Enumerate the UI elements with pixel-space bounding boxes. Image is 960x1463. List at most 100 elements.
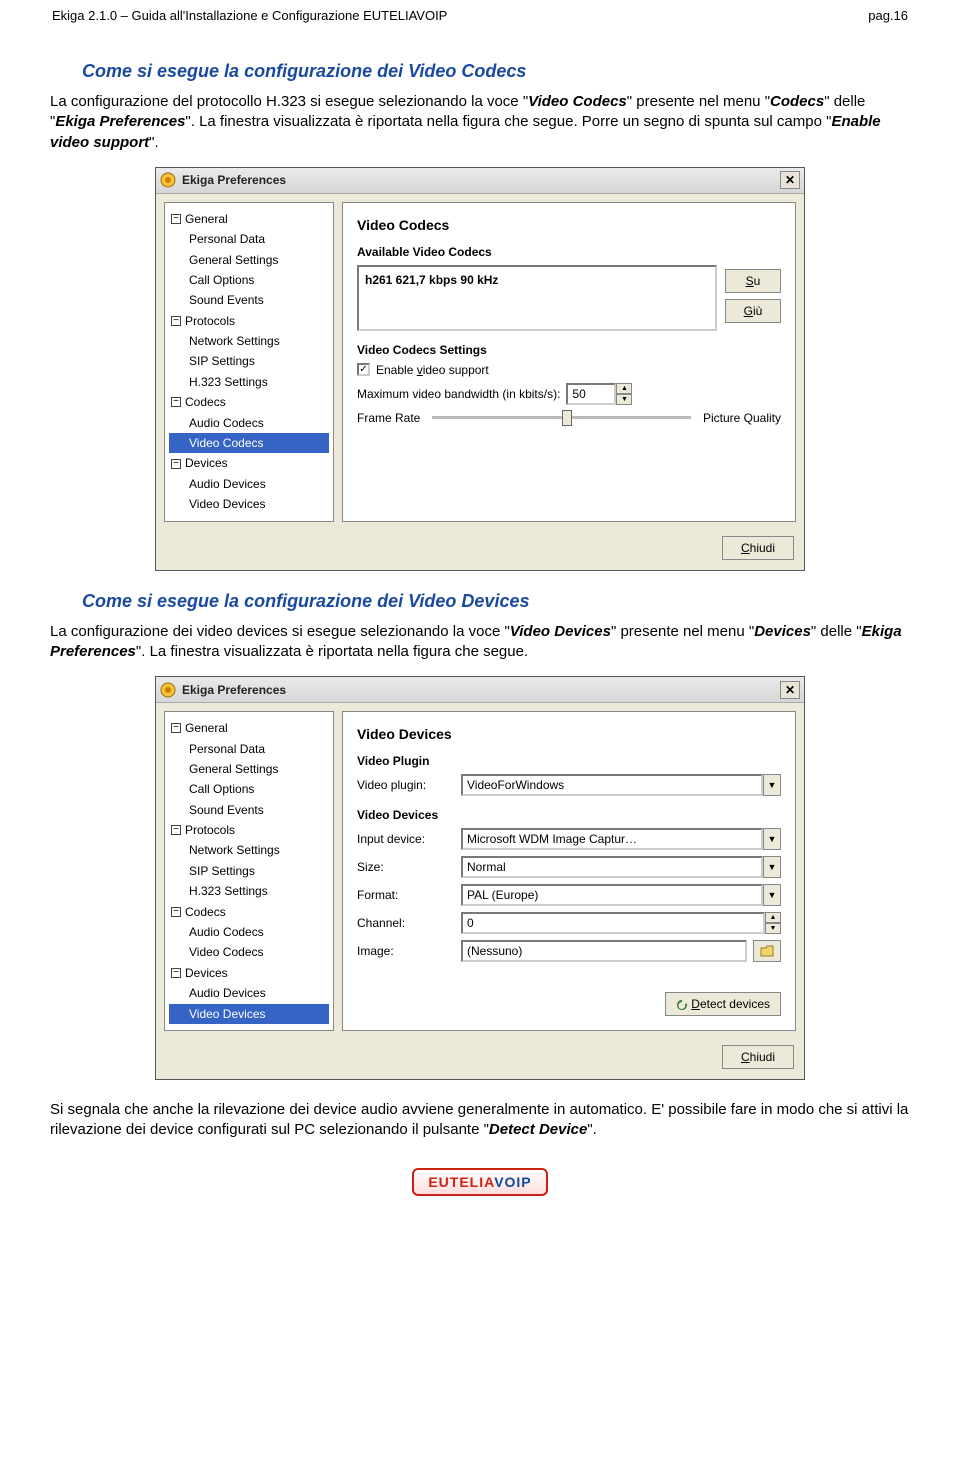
format-dropdown[interactable] bbox=[461, 884, 763, 906]
codec-list[interactable]: h261 621,7 kbps 90 kHz bbox=[357, 265, 717, 331]
titlebar: Ekiga Preferences ✕ bbox=[156, 677, 804, 703]
slider-thumb[interactable] bbox=[562, 410, 572, 426]
section1-para: La configurazione del protocollo H.323 s… bbox=[50, 92, 910, 153]
spin-up-icon[interactable]: ▲ bbox=[616, 383, 632, 394]
tree-devices[interactable]: Devices bbox=[185, 453, 228, 473]
tree-sip-settings[interactable]: SIP Settings bbox=[169, 861, 329, 881]
tree-general-settings[interactable]: General Settings bbox=[169, 250, 329, 270]
refresh-icon bbox=[676, 999, 688, 1011]
collapse-icon[interactable]: − bbox=[171, 214, 181, 224]
detect-devices-button[interactable]: Detect devices bbox=[665, 992, 781, 1016]
doc-header-left: Ekiga 2.1.0 – Guida all'Installazione e … bbox=[52, 8, 447, 23]
app-icon bbox=[160, 172, 176, 188]
codec-row[interactable]: h261 621,7 kbps 90 kHz bbox=[365, 273, 709, 287]
size-label: Size: bbox=[357, 860, 455, 874]
tree-personal-data[interactable]: Personal Data bbox=[169, 229, 329, 249]
picture-quality-label: Picture Quality bbox=[703, 411, 781, 425]
browse-folder-icon[interactable] bbox=[753, 940, 781, 962]
panel-video-codecs: Video Codecs Available Video Codecs h261… bbox=[342, 202, 796, 522]
tree-devices[interactable]: Devices bbox=[185, 963, 228, 983]
tree-protocols[interactable]: Protocols bbox=[185, 311, 235, 331]
prefs-tree: −General Personal Data General Settings … bbox=[164, 202, 334, 522]
quality-slider[interactable] bbox=[432, 416, 691, 419]
spin-down-icon[interactable]: ▼ bbox=[765, 923, 781, 934]
dialog-title: Ekiga Preferences bbox=[182, 173, 286, 187]
size-dropdown[interactable] bbox=[461, 856, 763, 878]
tree-general[interactable]: General bbox=[185, 718, 228, 738]
tree-call-options[interactable]: Call Options bbox=[169, 779, 329, 799]
tree-sound-events[interactable]: Sound Events bbox=[169, 290, 329, 310]
tree-sound-events[interactable]: Sound Events bbox=[169, 800, 329, 820]
tree-audio-devices[interactable]: Audio Devices bbox=[169, 983, 329, 1003]
frame-rate-label: Frame Rate bbox=[357, 411, 420, 425]
tree-network-settings[interactable]: Network Settings bbox=[169, 840, 329, 860]
collapse-icon[interactable]: − bbox=[171, 723, 181, 733]
prefs-tree: −General Personal Data General Settings … bbox=[164, 711, 334, 1031]
footnote: Si segnala che anche la rilevazione dei … bbox=[50, 1100, 910, 1141]
tree-protocols[interactable]: Protocols bbox=[185, 820, 235, 840]
collapse-icon[interactable]: − bbox=[171, 397, 181, 407]
close-icon[interactable]: ✕ bbox=[780, 171, 800, 189]
close-icon[interactable]: ✕ bbox=[780, 681, 800, 699]
available-codecs-heading: Available Video Codecs bbox=[357, 245, 781, 259]
bandwidth-input[interactable] bbox=[566, 383, 616, 405]
video-devices-heading: Video Devices bbox=[357, 808, 781, 822]
chevron-down-icon[interactable]: ▼ bbox=[763, 774, 781, 796]
tree-video-codecs[interactable]: Video Codecs bbox=[169, 433, 329, 453]
chevron-down-icon[interactable]: ▼ bbox=[763, 828, 781, 850]
titlebar: Ekiga Preferences ✕ bbox=[156, 168, 804, 194]
image-input[interactable] bbox=[461, 940, 747, 962]
tree-call-options[interactable]: Call Options bbox=[169, 270, 329, 290]
footer-logo: EUTELIAVOIP bbox=[50, 1168, 910, 1196]
tree-personal-data[interactable]: Personal Data bbox=[169, 739, 329, 759]
plugin-dropdown[interactable] bbox=[461, 774, 763, 796]
tree-general-settings[interactable]: General Settings bbox=[169, 759, 329, 779]
enable-video-checkbox[interactable]: ✓ bbox=[357, 363, 370, 376]
tree-general[interactable]: General bbox=[185, 209, 228, 229]
logo-part1: EUTELIA bbox=[428, 1174, 494, 1190]
collapse-icon[interactable]: − bbox=[171, 316, 181, 326]
tree-video-codecs[interactable]: Video Codecs bbox=[169, 942, 329, 962]
format-label: Format: bbox=[357, 888, 455, 902]
section1-title: Come si esegue la configurazione dei Vid… bbox=[82, 61, 910, 82]
spin-up-icon[interactable]: ▲ bbox=[765, 912, 781, 923]
tree-sip-settings[interactable]: SIP Settings bbox=[169, 351, 329, 371]
prefs-dialog-video-codecs: Ekiga Preferences ✕ −General Personal Da… bbox=[155, 167, 805, 571]
tree-audio-codecs[interactable]: Audio Codecs bbox=[169, 413, 329, 433]
tree-network-settings[interactable]: Network Settings bbox=[169, 331, 329, 351]
tree-codecs[interactable]: Codecs bbox=[185, 392, 226, 412]
video-plugin-heading: Video Plugin bbox=[357, 754, 781, 768]
input-device-label: Input device: bbox=[357, 832, 455, 846]
collapse-icon[interactable]: − bbox=[171, 968, 181, 978]
app-icon bbox=[160, 682, 176, 698]
tree-codecs[interactable]: Codecs bbox=[185, 902, 226, 922]
spin-down-icon[interactable]: ▼ bbox=[616, 394, 632, 405]
move-up-button[interactable]: Su bbox=[725, 269, 781, 293]
chevron-down-icon[interactable]: ▼ bbox=[763, 884, 781, 906]
prefs-dialog-video-devices: Ekiga Preferences ✕ −General Personal Da… bbox=[155, 676, 805, 1080]
channel-input[interactable] bbox=[461, 912, 765, 934]
panel-title: Video Devices bbox=[357, 726, 781, 742]
tree-h323-settings[interactable]: H.323 Settings bbox=[169, 372, 329, 392]
collapse-icon[interactable]: − bbox=[171, 459, 181, 469]
tree-audio-devices[interactable]: Audio Devices bbox=[169, 474, 329, 494]
plugin-label: Video plugin: bbox=[357, 778, 455, 792]
move-down-button[interactable]: Giù bbox=[725, 299, 781, 323]
bandwidth-label: Maximum video bandwidth (in kbits/s): bbox=[357, 387, 560, 401]
panel-title: Video Codecs bbox=[357, 217, 781, 233]
collapse-icon[interactable]: − bbox=[171, 907, 181, 917]
tree-video-devices[interactable]: Video Devices bbox=[169, 1004, 329, 1024]
tree-audio-codecs[interactable]: Audio Codecs bbox=[169, 922, 329, 942]
close-button[interactable]: Chiudi bbox=[722, 536, 794, 560]
tree-h323-settings[interactable]: H.323 Settings bbox=[169, 881, 329, 901]
tree-video-devices[interactable]: Video Devices bbox=[169, 494, 329, 514]
section2-title: Come si esegue la configurazione dei Vid… bbox=[82, 591, 910, 612]
codec-settings-heading: Video Codecs Settings bbox=[357, 343, 781, 357]
dialog-title: Ekiga Preferences bbox=[182, 683, 286, 697]
input-device-dropdown[interactable] bbox=[461, 828, 763, 850]
close-button[interactable]: Chiudi bbox=[722, 1045, 794, 1069]
chevron-down-icon[interactable]: ▼ bbox=[763, 856, 781, 878]
collapse-icon[interactable]: − bbox=[171, 825, 181, 835]
enable-video-label: Enable video support bbox=[376, 363, 489, 377]
section2-para: La configurazione dei video devices si e… bbox=[50, 622, 910, 663]
